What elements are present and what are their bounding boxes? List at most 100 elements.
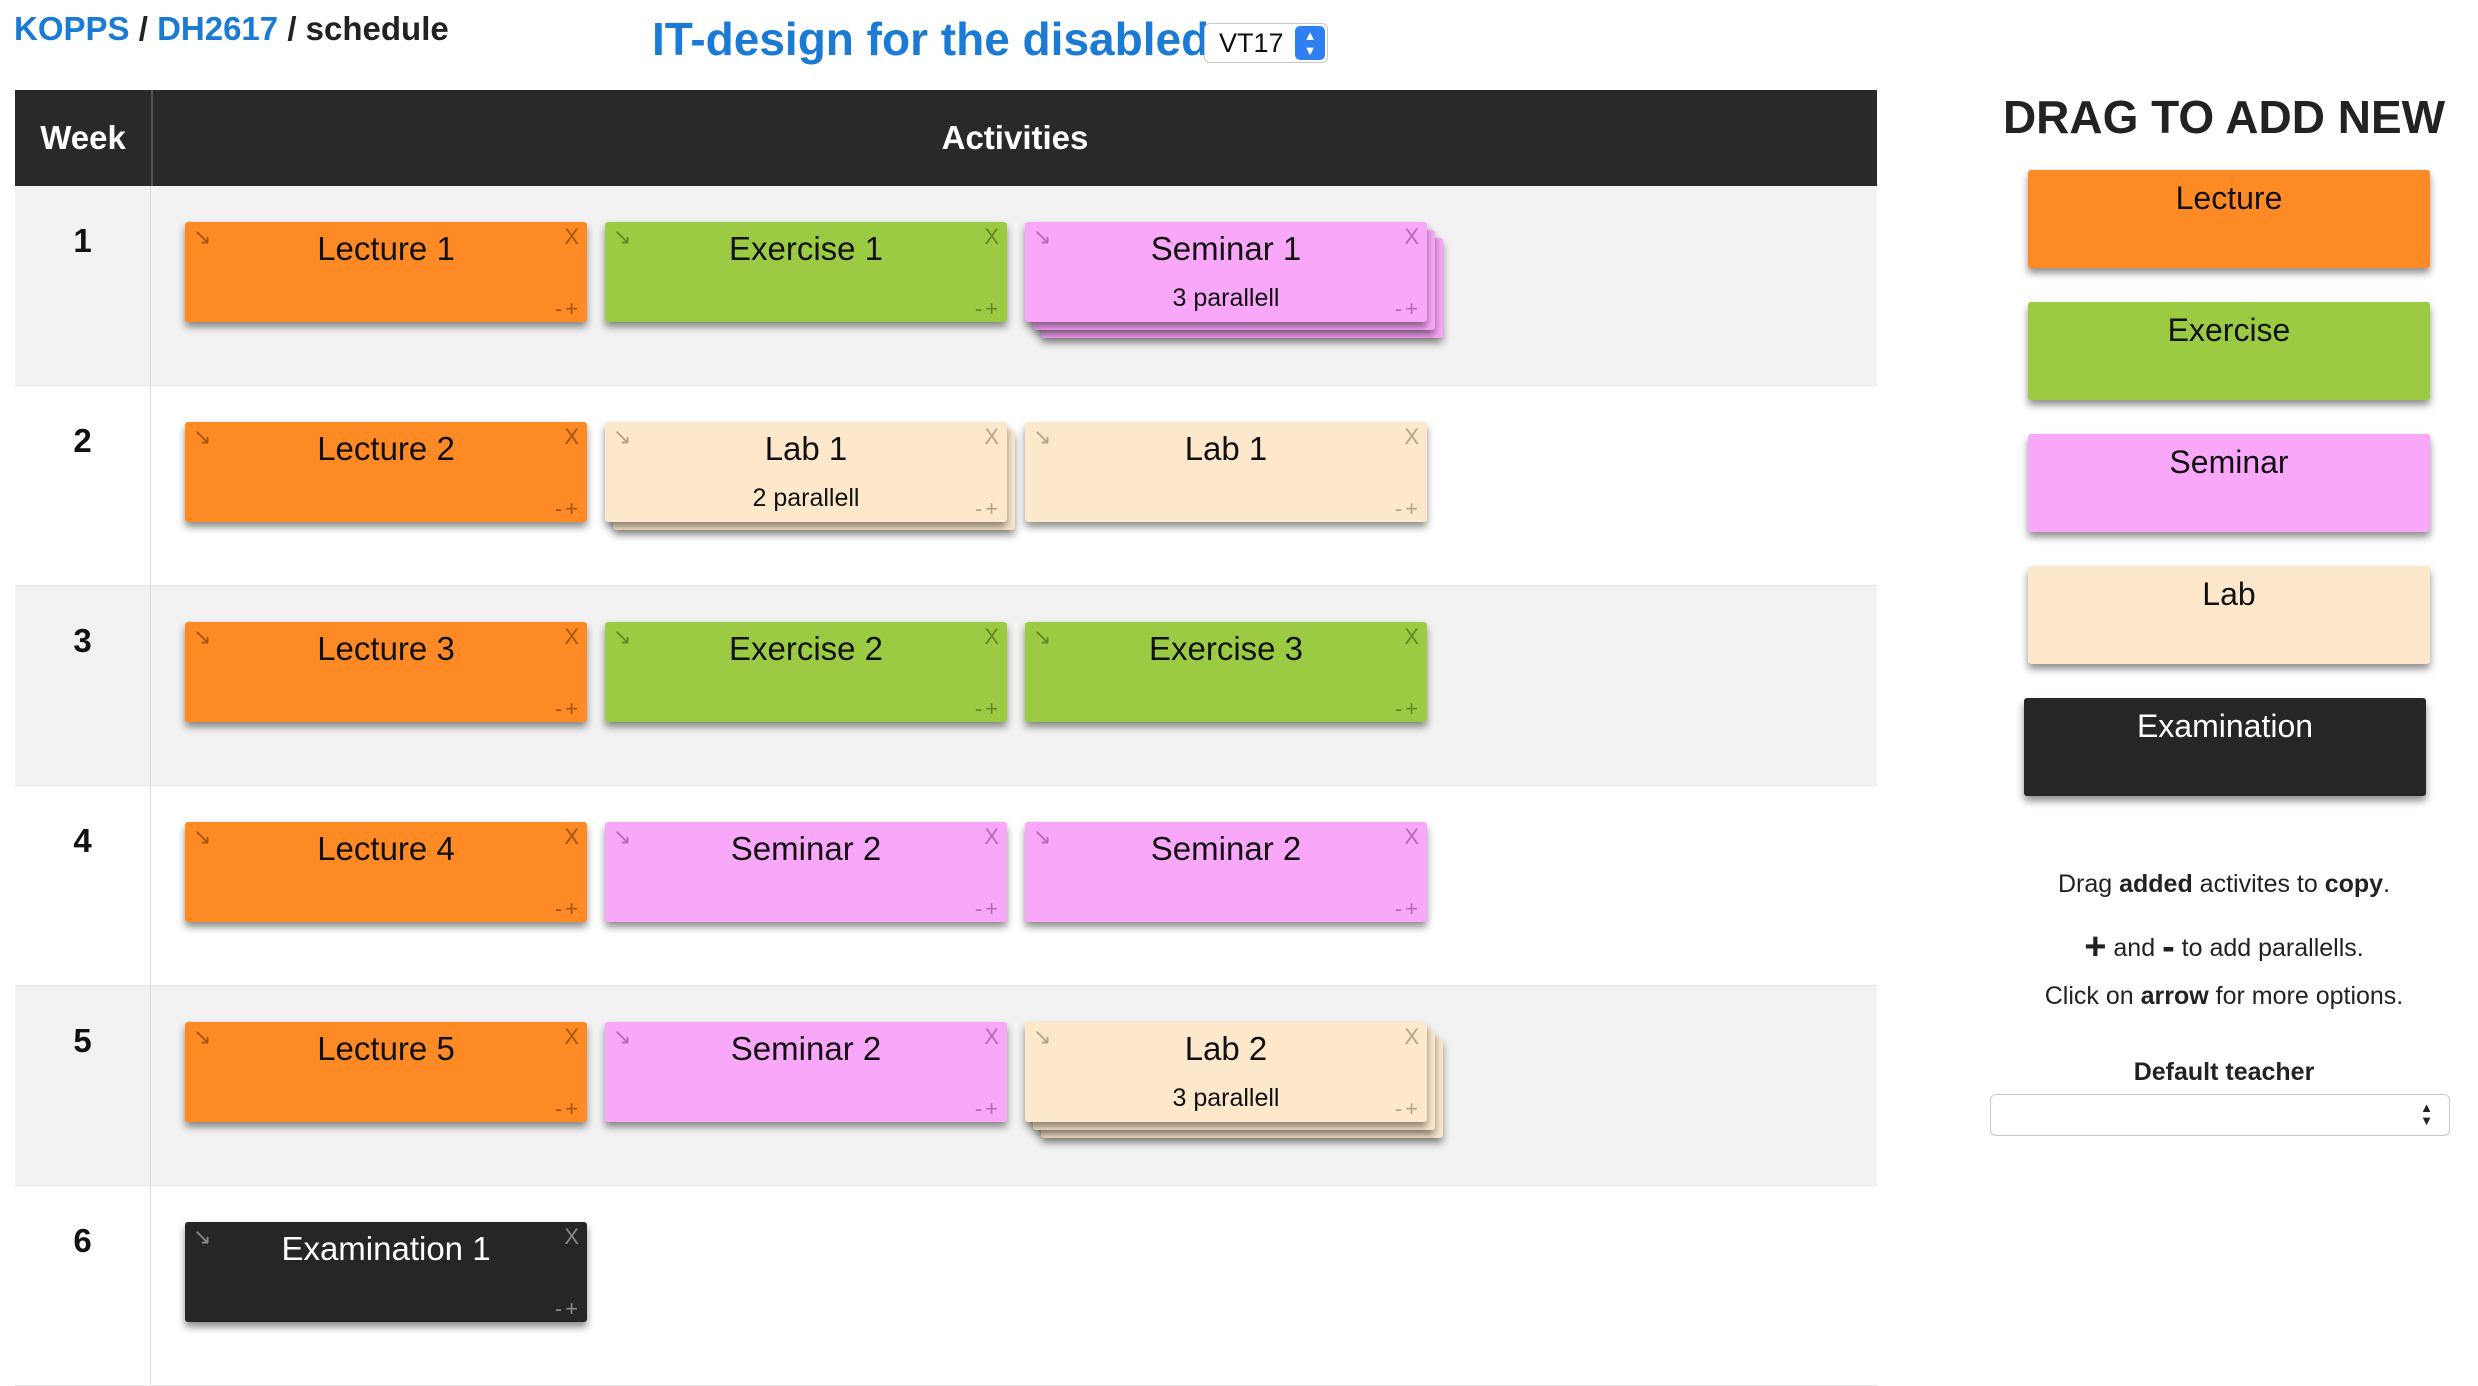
help-text: and — [2106, 934, 2163, 962]
activity-card-seminar[interactable]: ↘ X Seminar 13 parallell -+ — [1025, 222, 1443, 338]
activity-name: Lecture 2 — [317, 430, 455, 467]
template-exercise[interactable]: Exercise — [2028, 302, 2430, 400]
template-examination[interactable]: Examination — [2024, 698, 2426, 796]
activity-card[interactable]: ↘ X Lecture 5 -+ — [185, 1022, 587, 1122]
activity-card-exam[interactable]: ↘ X Examination 1 -+ — [185, 1222, 587, 1322]
minus-plus-icon[interactable]: -+ — [555, 1098, 581, 1120]
activity-list: ↘ X Lecture 5 -+ ↘ X Seminar 2 -+ ↘ X Lab 23 paral… — [185, 1022, 1865, 1172]
activity-name: Lecture 1 — [317, 230, 455, 267]
activity-card-exercise[interactable]: ↘ X Exercise 2 -+ — [605, 622, 1007, 722]
parallel-count: 3 parallell — [1172, 1084, 1280, 1112]
minus-plus-icon[interactable]: -+ — [555, 1298, 581, 1320]
activity-card-lecture[interactable]: ↘ X Lecture 4 -+ — [185, 822, 587, 922]
activity-card-lecture[interactable]: ↘ X Lecture 3 -+ — [185, 622, 587, 722]
activity-card[interactable]: ↘ X Lab 23 parallell -+ — [1025, 1022, 1427, 1122]
select-caret-icon: ▲ ▼ — [2420, 1100, 2433, 1128]
activity-name: Seminar 1 — [1150, 230, 1302, 267]
parallel-count: 3 parallell — [1172, 284, 1280, 312]
activity-name: Lecture 5 — [317, 1030, 455, 1067]
week-number: 3 — [15, 586, 151, 785]
activity-card-seminar[interactable]: ↘ X Seminar 2 -+ — [605, 822, 1007, 922]
activity-card[interactable]: ↘ X Examination 1 -+ — [185, 1222, 587, 1322]
activity-card-seminar[interactable]: ↘ X Seminar 2 -+ — [605, 1022, 1007, 1122]
activity-card[interactable]: ↘ X Exercise 1 -+ — [605, 222, 1007, 322]
week-row: 3 ↘ X Lecture 3 -+ ↘ X Exercise 2 -+ ↘ X Exercise 3… — [15, 586, 1877, 786]
activity-card-exercise[interactable]: ↘ X Exercise 1 -+ — [605, 222, 1007, 322]
activity-card[interactable]: ↘ X Lab 1 -+ — [1025, 422, 1427, 522]
minus-plus-icon[interactable]: -+ — [1395, 698, 1421, 720]
activity-card[interactable]: ↘ X Seminar 13 parallell -+ — [1025, 222, 1427, 322]
help-text: activites to — [2192, 870, 2325, 898]
breadcrumb-root-link[interactable]: KOPPS — [14, 10, 130, 47]
minus-plus-icon[interactable]: -+ — [1395, 1098, 1421, 1120]
breadcrumb-course-link[interactable]: DH2617 — [157, 10, 278, 47]
activity-card-lab[interactable]: ↘ X Lab 12 parallell -+ — [605, 422, 1015, 530]
help-text: for more options. — [2208, 982, 2404, 1010]
activities-column-header: Activities — [941, 119, 1089, 156]
template-seminar[interactable]: Seminar — [2028, 434, 2430, 532]
activity-card[interactable]: ↘ X Lecture 3 -+ — [185, 622, 587, 722]
parallel-count: 2 parallell — [752, 484, 860, 512]
activity-card-lab[interactable]: ↘ X Lab 23 parallell -+ — [1025, 1022, 1443, 1138]
default-teacher-label: Default teacher — [2133, 1058, 2315, 1086]
activity-name: Exercise 3 — [1148, 630, 1304, 667]
help-copy-text: Drag added activites to copy. — [1996, 870, 2452, 899]
minus-plus-icon[interactable]: -+ — [975, 498, 1001, 520]
minus-icon: - — [2162, 926, 2175, 968]
activity-card[interactable]: ↘ X Lecture 2 -+ — [185, 422, 587, 522]
minus-plus-icon[interactable]: -+ — [975, 1098, 1001, 1120]
breadcrumb-separator: / — [138, 10, 148, 47]
week-number: 6 — [15, 1186, 151, 1385]
activity-card-exercise[interactable]: ↘ X Exercise 3 -+ — [1025, 622, 1427, 722]
breadcrumb-current: schedule — [305, 10, 449, 47]
activity-card-lecture[interactable]: ↘ X Lecture 5 -+ — [185, 1022, 587, 1122]
activity-card[interactable]: ↘ X Lecture 4 -+ — [185, 822, 587, 922]
week-row: 5 ↘ X Lecture 5 -+ ↘ X Seminar 2 -+ ↘ X Lab 23 para… — [15, 986, 1877, 1186]
activity-card[interactable]: ↘ X Exercise 2 -+ — [605, 622, 1007, 722]
select-stepper-icon: ▲ ▼ — [1295, 26, 1325, 60]
template-lecture[interactable]: Lecture — [2028, 170, 2430, 268]
activity-list: ↘ X Lecture 2 -+ ↘ X Lab 12 parallell -+ ↘ X Lab 1… — [185, 422, 1865, 572]
activity-name: Exercise 2 — [728, 630, 884, 667]
minus-plus-icon[interactable]: -+ — [975, 298, 1001, 320]
course-title: IT-design for the disabled — [652, 13, 1210, 65]
minus-plus-icon[interactable]: -+ — [1395, 898, 1421, 920]
activity-card[interactable]: ↘ X Lab 12 parallell -+ — [605, 422, 1007, 522]
activity-name: Lecture 4 — [317, 830, 455, 867]
activity-card[interactable]: ↘ X Seminar 2 -+ — [605, 822, 1007, 922]
week-number: 2 — [15, 386, 151, 585]
activity-name: Lab 2 — [1184, 1030, 1268, 1067]
template-lab[interactable]: Lab — [2028, 566, 2430, 664]
activity-card[interactable]: ↘ X Lecture 1 -+ — [185, 222, 587, 322]
week-row: 4 ↘ X Lecture 4 -+ ↘ X Seminar 2 -+ ↘ X Seminar 2 -+ — [15, 786, 1877, 986]
minus-plus-icon[interactable]: -+ — [1395, 498, 1421, 520]
breadcrumb-separator: / — [287, 10, 297, 47]
minus-plus-icon[interactable]: -+ — [555, 898, 581, 920]
week-row: 1 ↘ X Lecture 1 -+ ↘ X Exercise 1 -+ ↘ X Seminar 13… — [15, 186, 1877, 386]
minus-plus-icon[interactable]: -+ — [975, 698, 1001, 720]
minus-plus-icon[interactable]: -+ — [975, 898, 1001, 920]
term-select[interactable]: VT17 ▲ ▼ — [1204, 23, 1328, 63]
activity-card-lab[interactable]: ↘ X Lab 1 -+ — [1025, 422, 1427, 522]
drag-panel-title: DRAG TO ADD NEW — [2002, 91, 2446, 143]
activity-card[interactable]: ↘ X Seminar 2 -+ — [1025, 822, 1427, 922]
help-text: to add parallells. — [2174, 934, 2364, 962]
default-teacher-select[interactable]: ▲ ▼ — [1990, 1094, 2450, 1136]
activity-card-seminar[interactable]: ↘ X Seminar 2 -+ — [1025, 822, 1427, 922]
activity-card-lecture[interactable]: ↘ X Lecture 1 -+ — [185, 222, 587, 322]
activity-card[interactable]: ↘ X Seminar 2 -+ — [605, 1022, 1007, 1122]
activity-list: ↘ X Lecture 4 -+ ↘ X Seminar 2 -+ ↘ X Seminar 2 -+ — [185, 822, 1865, 972]
week-column-header: Week — [15, 90, 153, 186]
minus-plus-icon[interactable]: -+ — [555, 698, 581, 720]
activity-card-lecture[interactable]: ↘ X Lecture 2 -+ — [185, 422, 587, 522]
activity-name: Lecture 3 — [317, 630, 455, 667]
plus-icon: + — [2084, 926, 2107, 968]
table-header: Week Activities — [15, 90, 1877, 186]
minus-plus-icon[interactable]: -+ — [1395, 298, 1421, 320]
minus-plus-icon[interactable]: -+ — [555, 498, 581, 520]
activity-card[interactable]: ↘ X Exercise 3 -+ — [1025, 622, 1427, 722]
activity-name: Seminar 2 — [730, 1030, 882, 1067]
help-emphasis: arrow — [2140, 982, 2209, 1010]
term-select-value: VT17 — [1219, 28, 1284, 58]
minus-plus-icon[interactable]: -+ — [555, 298, 581, 320]
